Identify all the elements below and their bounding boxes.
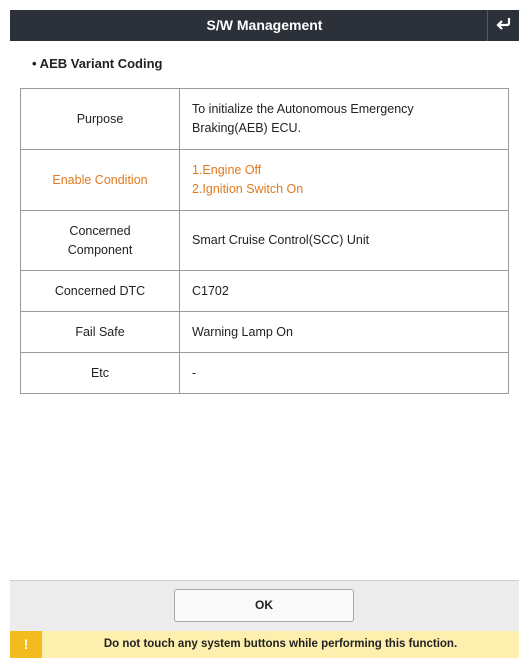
warning-icon: ! (10, 631, 42, 658)
label-line: Component (67, 242, 133, 257)
table-row-etc: Etc - (20, 352, 509, 394)
label-line: Concerned (69, 223, 131, 238)
row-value: Warning Lamp On (179, 311, 509, 353)
ok-button[interactable]: OK (174, 589, 354, 622)
value-line: 1.Engine Off (192, 163, 262, 177)
warning-text: Do not touch any system buttons while pe… (103, 638, 458, 650)
row-label: Enable Condition (20, 149, 180, 211)
row-value: 1.Engine Off 2.Ignition Switch On (179, 149, 509, 211)
row-label: Fail Safe (20, 311, 180, 353)
section-title: • AEB Variant Coding (32, 56, 163, 71)
row-label: Concerned Component (20, 210, 180, 271)
row-value: To initialize the Autonomous Emergency B… (179, 88, 509, 150)
footer-bar: OK (10, 580, 519, 631)
table-row-purpose: Purpose To initialize the Autonomous Eme… (20, 88, 509, 150)
row-value: Smart Cruise Control(SCC) Unit (179, 210, 509, 271)
page-title: S/W Management (206, 17, 323, 33)
info-table: Purpose To initialize the Autonomous Eme… (20, 88, 509, 394)
warning-banner: ! Do not touch any system buttons while … (10, 631, 519, 658)
value-line: To initialize the Autonomous Emergency (192, 102, 414, 116)
row-value: C1702 (179, 270, 509, 312)
return-icon (495, 16, 512, 35)
table-row-concerned-component: Concerned Component Smart Cruise Control… (20, 210, 509, 271)
table-row-concerned-dtc: Concerned DTC C1702 (20, 270, 509, 312)
value-line: Braking(AEB) ECU. (192, 121, 302, 135)
row-value: - (179, 352, 509, 394)
table-row-fail-safe: Fail Safe Warning Lamp On (20, 311, 509, 353)
row-label: Concerned DTC (20, 270, 180, 312)
row-label: Etc (20, 352, 180, 394)
value-line: 2.Ignition Switch On (192, 182, 304, 196)
back-button[interactable] (487, 10, 519, 41)
table-row-enable-condition: Enable Condition 1.Engine Off 2.Ignition… (20, 149, 509, 211)
title-bar: S/W Management (10, 10, 519, 41)
row-label: Purpose (20, 88, 180, 150)
